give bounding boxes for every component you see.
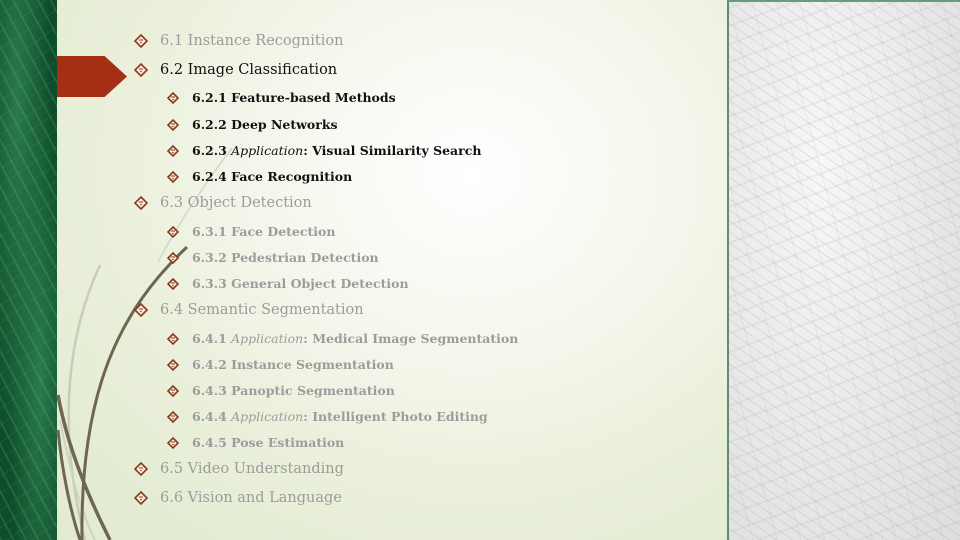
section-title: Object Detection (187, 195, 312, 211)
section-title: Semantic Segmentation (187, 302, 364, 318)
section-title: General Object Detection (231, 276, 409, 291)
outline-item-label: 6.2.4 Face Recognition (192, 169, 352, 184)
outline-item-6-4-1: 6.4.1 Application: Medical Image Segment… (167, 331, 518, 346)
section-number: 6.3.1 (192, 224, 227, 239)
diamond-bullet-icon (167, 384, 179, 397)
outline-item-6-5: 6.5 Video Understanding (134, 461, 344, 477)
diamond-bullet-icon (167, 118, 179, 131)
outline-item-label: 6.2 Image Classification (160, 62, 337, 78)
section-number: 6.4.4 (192, 409, 227, 424)
outline-item-label: 6.6 Vision and Language (160, 490, 342, 506)
outline-item-label: 6.1 Instance Recognition (160, 33, 343, 49)
outline-item-6-2-1: 6.2.1 Feature-based Methods (167, 90, 396, 105)
section-number: 6.3.3 (192, 276, 227, 291)
diamond-bullet-icon (167, 410, 179, 423)
diamond-bullet-icon (167, 170, 179, 183)
outline-item-6-6: 6.6 Vision and Language (134, 490, 342, 506)
white-marble-panel (727, 0, 960, 540)
outline-item-6-3-1: 6.3.1 Face Detection (167, 224, 335, 239)
outline-item-label: 6.4.2 Instance Segmentation (192, 357, 394, 372)
diamond-bullet-icon (167, 436, 179, 449)
section-title: Face Recognition (231, 169, 353, 184)
outline-item-label: 6.4.5 Pose Estimation (192, 435, 344, 450)
section-title: : Medical Image Segmentation (303, 331, 519, 346)
section-title: Instance Segmentation (231, 357, 394, 372)
diamond-bullet-icon (134, 196, 148, 210)
section-title: Deep Networks (231, 117, 338, 132)
diamond-bullet-icon (167, 277, 179, 290)
section-title: Pose Estimation (231, 435, 345, 450)
section-title: Feature-based Methods (231, 90, 396, 105)
section-number: 6.2.4 (192, 169, 227, 184)
diamond-bullet-icon (167, 358, 179, 371)
section-title: : Visual Similarity Search (303, 143, 482, 158)
section-number: 6.2.3 (192, 143, 227, 158)
section-number: 6.2 (160, 62, 184, 78)
diamond-bullet-icon (134, 303, 148, 317)
outline-item-6-2-3: 6.2.3 Application: Visual Similarity Sea… (167, 143, 481, 158)
diamond-bullet-icon (167, 91, 179, 104)
outline-item-label: 6.2.1 Feature-based Methods (192, 90, 396, 105)
section-number: 6.4.5 (192, 435, 227, 450)
section-number: 6.4.3 (192, 383, 227, 398)
section-number: 6.5 (160, 461, 184, 477)
section-number: 6.3.2 (192, 250, 227, 265)
outline-item-label: 6.4.4 Application: Intelligent Photo Edi… (192, 409, 488, 424)
section-title: : Intelligent Photo Editing (303, 409, 488, 424)
application-tag: Application (231, 143, 304, 158)
outline-item-6-4-4: 6.4.4 Application: Intelligent Photo Edi… (167, 409, 488, 424)
section-number: 6.3 (160, 195, 184, 211)
outline-item-label: 6.4.3 Panoptic Segmentation (192, 383, 395, 398)
outline-item-label: 6.4.1 Application: Medical Image Segment… (192, 331, 518, 346)
section-number: 6.6 (160, 490, 184, 506)
outline-item-6-2-2: 6.2.2 Deep Networks (167, 117, 338, 132)
outline-item-6-1: 6.1 Instance Recognition (134, 33, 343, 49)
section-title: Panoptic Segmentation (231, 383, 395, 398)
section-number: 6.1 (160, 33, 184, 49)
outline-item-6-3-2: 6.3.2 Pedestrian Detection (167, 250, 379, 265)
outline-item-label: 6.3 Object Detection (160, 195, 312, 211)
diamond-bullet-icon (134, 34, 148, 48)
outline-item-6-2-4: 6.2.4 Face Recognition (167, 169, 352, 184)
section-number: 6.2.2 (192, 117, 227, 132)
outline-item-6-4-5: 6.4.5 Pose Estimation (167, 435, 344, 450)
outline-item-label: 6.3.3 General Object Detection (192, 276, 409, 291)
diamond-bullet-icon (167, 251, 179, 264)
section-number: 6.4.1 (192, 331, 227, 346)
outline-item-label: 6.2.2 Deep Networks (192, 117, 338, 132)
outline-item-label: 6.3.1 Face Detection (192, 224, 335, 239)
application-tag: Application (231, 331, 304, 346)
section-number: 6.4.2 (192, 357, 227, 372)
outline-item-6-3-3: 6.3.3 General Object Detection (167, 276, 409, 291)
outline-item-6-4-3: 6.4.3 Panoptic Segmentation (167, 383, 395, 398)
section-title: Vision and Language (187, 490, 342, 506)
diamond-bullet-icon (167, 225, 179, 238)
outline-item-6-3: 6.3 Object Detection (134, 195, 312, 211)
outline-item-label: 6.5 Video Understanding (160, 461, 344, 477)
diamond-bullet-icon (134, 491, 148, 505)
diamond-bullet-icon (167, 144, 179, 157)
outline-item-6-4-2: 6.4.2 Instance Segmentation (167, 357, 394, 372)
section-title: Image Classification (187, 62, 338, 78)
section-title: Pedestrian Detection (231, 250, 379, 265)
section-number: 6.4 (160, 302, 184, 318)
outline-item-label: 6.2.3 Application: Visual Similarity Sea… (192, 143, 481, 158)
section-title: Face Detection (231, 224, 336, 239)
outline-item-label: 6.3.2 Pedestrian Detection (192, 250, 379, 265)
section-number: 6.2.1 (192, 90, 227, 105)
diamond-bullet-icon (134, 462, 148, 476)
section-title: Instance Recognition (187, 33, 344, 49)
section-title: Video Understanding (187, 461, 344, 477)
diamond-bullet-icon (167, 332, 179, 345)
outline-item-6-2: 6.2 Image Classification (134, 62, 337, 78)
diamond-bullet-icon (134, 63, 148, 77)
slide: 6.1 Instance Recognition 6.2 Image Classi… (0, 0, 960, 540)
outline-item-6-4: 6.4 Semantic Segmentation (134, 302, 364, 318)
outline-item-label: 6.4 Semantic Segmentation (160, 302, 364, 318)
outline-list: 6.1 Instance Recognition 6.2 Image Classi… (0, 0, 727, 540)
application-tag: Application (231, 409, 304, 424)
